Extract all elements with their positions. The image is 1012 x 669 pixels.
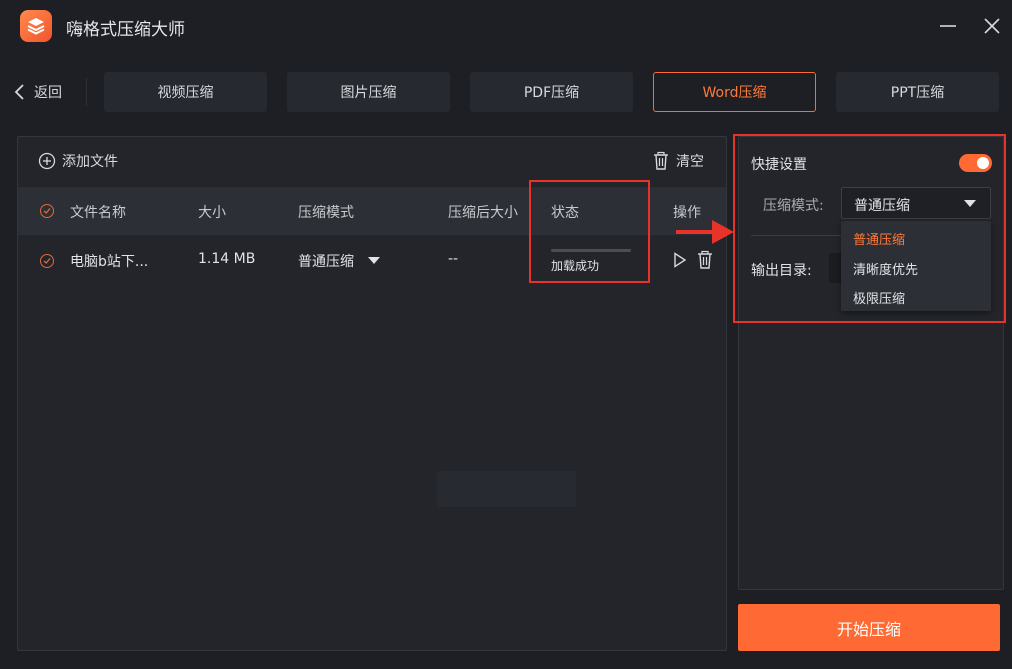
add-file-label: 添加文件	[62, 154, 118, 170]
mode-label: 压缩模式:	[763, 198, 824, 214]
arrow-right-icon	[676, 220, 734, 244]
table-header: 文件名称 大小 压缩模式 压缩后大小 状态 操作	[18, 187, 726, 235]
mode-option-normal[interactable]: 普通压缩	[853, 229, 905, 248]
add-file-button[interactable]: 添加文件	[38, 151, 118, 171]
play-button[interactable]	[673, 252, 687, 272]
compressed-size: --	[448, 251, 459, 267]
placeholder-block	[437, 471, 576, 507]
status-progress-bar	[551, 249, 631, 252]
row-checkbox[interactable]	[40, 254, 54, 268]
check-icon	[43, 258, 51, 264]
column-header-filename: 文件名称	[70, 205, 126, 221]
caret-down-icon	[368, 257, 380, 264]
back-label: 返回	[34, 85, 62, 101]
close-icon	[984, 18, 1000, 34]
tab-image-compress[interactable]: 图片压缩	[287, 72, 450, 112]
file-name: 电脑b站下...	[70, 254, 149, 270]
tab-ppt-compress[interactable]: PPT压缩	[836, 72, 999, 112]
file-size: 1.14 MB	[198, 251, 256, 267]
app-title: 嗨格式压缩大师	[66, 20, 185, 40]
column-header-status: 状态	[551, 205, 579, 221]
output-dir-label: 输出目录:	[751, 263, 812, 279]
caret-down-icon	[964, 200, 976, 207]
mode-options-menu: 普通压缩 清晰度优先 极限压缩	[841, 221, 991, 311]
delete-row-button[interactable]	[696, 250, 714, 274]
mode-dropdown-value: 普通压缩	[854, 198, 910, 214]
nav-divider	[86, 78, 87, 106]
select-all-checkbox[interactable]	[40, 204, 54, 218]
minimize-icon	[940, 25, 956, 27]
quick-settings-label: 快捷设置	[751, 157, 807, 173]
play-icon	[674, 252, 687, 268]
mode-option-clarity-first[interactable]: 清晰度优先	[853, 259, 918, 278]
mode-dropdown[interactable]: 普通压缩	[841, 187, 991, 219]
row-mode-select[interactable]: 普通压缩	[298, 251, 380, 271]
close-button[interactable]	[980, 14, 1004, 38]
mode-option-extreme[interactable]: 极限压缩	[853, 288, 905, 307]
check-icon	[43, 208, 51, 214]
title-bar: 嗨格式压缩大师	[0, 0, 1012, 56]
table-row: 电脑b站下... 1.14 MB 普通压缩 -- 加载成功	[18, 235, 726, 287]
tab-video-compress[interactable]: 视频压缩	[104, 72, 267, 112]
row-mode-value: 普通压缩	[298, 254, 354, 270]
output-dir-input[interactable]	[829, 253, 841, 283]
clear-button[interactable]: 清空	[652, 151, 704, 171]
toggle-knob	[977, 157, 989, 169]
clear-label: 清空	[676, 154, 704, 170]
quick-settings-toggle[interactable]	[959, 154, 992, 172]
tab-word-compress[interactable]: Word压缩	[653, 72, 816, 112]
settings-panel: 快捷设置 压缩模式: 普通压缩 输出目录: 普通压缩 清晰度优先 极限压缩	[738, 136, 1004, 590]
nav-bar: 返回 视频压缩 图片压缩 PDF压缩 Word压缩 PPT压缩	[0, 70, 1012, 114]
column-header-size: 大小	[198, 205, 226, 221]
start-compress-button[interactable]: 开始压缩	[738, 604, 1000, 651]
back-button[interactable]: 返回	[14, 80, 62, 104]
file-toolbar: 添加文件 清空	[18, 137, 726, 187]
add-circle-icon	[38, 152, 56, 170]
trash-icon	[654, 151, 668, 170]
tab-pdf-compress[interactable]: PDF压缩	[470, 72, 633, 112]
app-logo-icon	[20, 10, 52, 42]
chevron-left-icon	[14, 84, 24, 100]
column-header-compressed-size: 压缩后大小	[448, 205, 518, 221]
column-header-mode: 压缩模式	[298, 205, 354, 221]
file-list-panel: 添加文件 清空 文件名称 大小 压缩模式 压缩后大小 状态 操作 电脑b站下..…	[17, 136, 727, 651]
minimize-button[interactable]	[936, 14, 960, 38]
settings-divider	[751, 235, 841, 236]
status-text: 加载成功	[551, 259, 600, 273]
trash-icon	[698, 250, 712, 269]
